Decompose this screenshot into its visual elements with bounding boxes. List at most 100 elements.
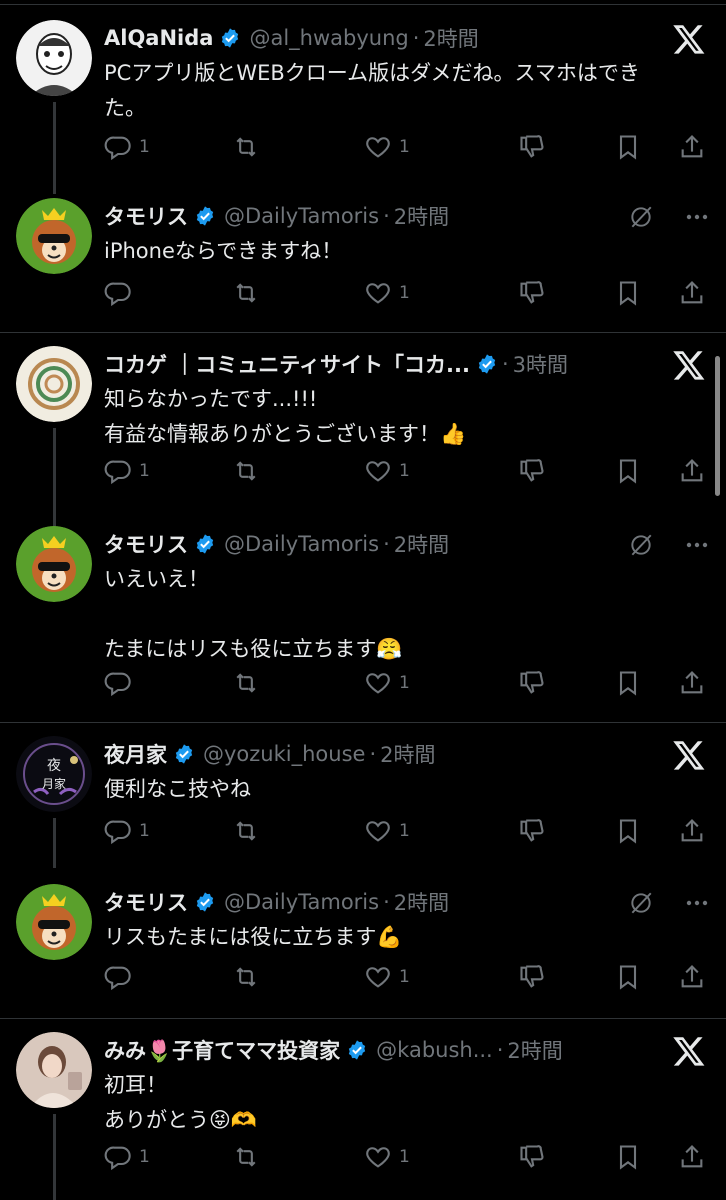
like-button[interactable]: 1 [364,278,410,308]
like-button[interactable]: 1 [364,668,410,698]
more-options-icon[interactable] [682,532,712,558]
display-name[interactable]: みみ🌷子育てママ投資家 [104,1035,340,1065]
reply-button[interactable]: 1 [104,816,150,846]
divider [0,332,726,333]
dislike-button[interactable] [518,962,546,992]
bookmark-icon [619,1145,637,1170]
scrollbar[interactable] [715,356,720,496]
display-name[interactable]: コカゲ ｜コミュニティサイト「コカ... [104,349,470,379]
thread-line [53,1114,56,1200]
handle[interactable]: @DailyTamoris [224,204,379,228]
bookmark-button[interactable] [614,132,642,162]
share-button[interactable] [678,278,706,308]
x-logo-icon[interactable] [672,1034,706,1068]
like-button[interactable]: 1 [364,962,410,992]
retweet-button[interactable] [232,132,267,162]
grok-icon[interactable] [628,204,654,230]
dislike-button[interactable] [518,1142,546,1172]
reply-icon [104,820,131,845]
share-button[interactable] [678,668,706,698]
like-button[interactable]: 1 [364,132,410,162]
tweet[interactable]: タモリス @DailyTamoris · 2時間 いえいえ！ たまにはリスも役に… [0,526,726,716]
avatar[interactable] [16,884,92,960]
bookmark-button[interactable] [614,816,642,846]
reply-count: 1 [139,821,150,841]
like-button[interactable]: 1 [364,816,410,846]
share-button[interactable] [678,456,706,486]
timestamp[interactable]: 3時間 [513,349,568,379]
timestamp[interactable]: 2時間 [380,739,435,769]
timestamp[interactable]: 2時間 [394,887,449,917]
more-options-icon[interactable] [682,204,712,230]
tweet-text: 知らなかったです...!!! 有益な情報ありがとうございます！👍 [104,387,467,446]
action-bar: 1 [104,278,706,308]
display-name[interactable]: タモリス [104,887,188,917]
retweet-button[interactable] [232,962,267,992]
reply-button[interactable] [104,278,139,308]
grok-icon[interactable] [628,532,654,558]
bookmark-button[interactable] [614,278,642,308]
grok-icon[interactable] [628,890,654,916]
more-options-icon[interactable] [682,890,712,916]
avatar[interactable] [16,20,92,96]
reply-count: 1 [139,461,150,481]
retweet-button[interactable] [232,816,267,846]
heart-icon [366,137,390,158]
retweet-button[interactable] [232,668,267,698]
share-button[interactable] [678,816,706,846]
reply-button[interactable]: 1 [104,1142,150,1172]
bookmark-button[interactable] [614,1142,642,1172]
handle[interactable]: @DailyTamoris [224,532,379,556]
handle[interactable]: @kabush... [376,1038,493,1062]
retweet-button[interactable] [232,278,267,308]
avatar[interactable] [16,198,92,274]
like-button[interactable]: 1 [364,456,410,486]
avatar[interactable] [16,346,92,422]
dislike-button[interactable] [518,668,546,698]
timestamp[interactable]: 2時間 [394,529,449,559]
bookmark-button[interactable] [614,456,642,486]
share-button[interactable] [678,1142,706,1172]
retweet-button[interactable] [232,456,267,486]
reply-button[interactable] [104,962,139,992]
reply-button[interactable]: 1 [104,132,150,162]
display-name[interactable]: 夜月家 [104,739,167,769]
avatar[interactable] [16,526,92,602]
avatar[interactable]: 夜月家 [16,736,92,812]
handle[interactable]: @yozuki_house [203,742,365,766]
tweet[interactable]: コカゲ ｜コミュニティサイト「コカ... · 3時間 知らなかったです...!!… [0,346,726,528]
like-button[interactable]: 1 [364,1142,410,1172]
dislike-button[interactable] [518,816,546,846]
separator-dot: · [383,204,390,228]
dislike-button[interactable] [518,456,546,486]
tweet[interactable]: 夜月家 夜月家 @yozuki_house · 2時間 便利なこ技やね 1 1 [0,736,726,868]
divider [0,4,726,5]
tweet-text: PCアプリ版とWEBクローム版はダメだね。スマホはでき た。 [104,61,640,120]
display-name[interactable]: タモリス [104,201,188,231]
avatar[interactable] [16,1032,92,1108]
timestamp[interactable]: 2時間 [394,201,449,231]
reply-button[interactable] [104,668,139,698]
share-button[interactable] [678,132,706,162]
x-logo-icon[interactable] [672,348,706,382]
x-logo-icon[interactable] [672,22,706,56]
tweet[interactable]: タモリス @DailyTamoris · 2時間 iPhoneならできますね！ … [0,198,726,328]
timestamp[interactable]: 2時間 [423,23,478,53]
bookmark-button[interactable] [614,962,642,992]
tweet[interactable]: タモリス @DailyTamoris · 2時間 リスもたまには役に立ちます💪 … [0,884,726,1014]
handle[interactable]: @al_hwabyung [249,26,408,50]
display-name[interactable]: タモリス [104,529,188,559]
reply-button[interactable]: 1 [104,456,150,486]
display-name[interactable]: AlQaNida [104,26,213,50]
x-logo-icon[interactable] [672,738,706,772]
dislike-button[interactable] [518,132,546,162]
timestamp[interactable]: 2時間 [507,1035,562,1065]
tweet[interactable]: みみ🌷子育てママ投資家 @kabush... · 2時間 初耳！ ありがとう😝🫶… [0,1032,726,1200]
handle[interactable]: @DailyTamoris [224,890,379,914]
thumbs-down-icon [520,281,544,304]
retweet-button[interactable] [232,1142,267,1172]
dislike-button[interactable] [518,278,546,308]
bookmark-button[interactable] [614,668,642,698]
tweet[interactable]: AlQaNida @al_hwabyung · 2時間 PCアプリ版とWEBクロ… [0,20,726,194]
share-button[interactable] [678,962,706,992]
